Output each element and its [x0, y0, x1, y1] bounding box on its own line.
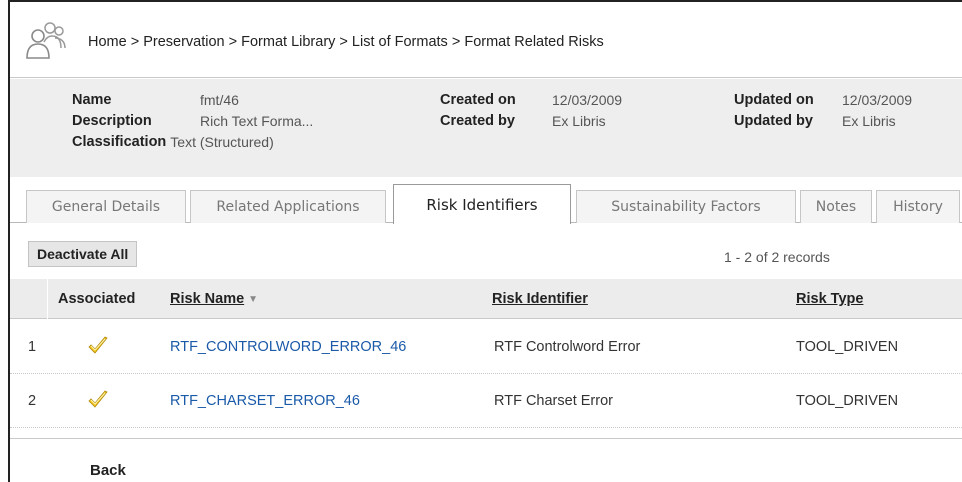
details-column-2: Created on 12/03/2009 Created by Ex Libr… — [440, 89, 622, 131]
tab-general-details[interactable]: General Details — [26, 190, 186, 223]
table-row: 1 RTF_CONTROLWORD_ERROR_46 RTF Controlwo… — [10, 320, 962, 374]
updated-by-value: Ex Libris — [842, 112, 896, 129]
updated-on-label: Updated on — [734, 91, 814, 108]
detail-created-on: Created on 12/03/2009 — [440, 89, 622, 110]
row-number: 1 — [28, 339, 37, 355]
page-frame: Home > Preservation > Format Library > L… — [8, 0, 962, 482]
header-risk-identifier[interactable]: Risk Identifier — [492, 291, 588, 307]
checkmark-icon — [88, 390, 108, 408]
tab-sustainability-factors[interactable]: Sustainability Factors — [576, 190, 796, 223]
name-value: fmt/46 — [200, 91, 239, 108]
checkmark-icon — [88, 336, 108, 354]
detail-updated-on: Updated on 12/03/2009 — [734, 89, 912, 110]
tab-risk-identifiers[interactable]: Risk Identifiers — [393, 184, 571, 224]
back-button[interactable]: Back — [90, 462, 126, 479]
tab-history[interactable]: History — [876, 190, 960, 223]
name-label: Name — [72, 91, 112, 108]
breadcrumb: Home > Preservation > Format Library > L… — [88, 34, 604, 50]
users-group-icon — [26, 22, 66, 59]
sort-down-icon[interactable]: ▼ — [248, 294, 258, 305]
header-risk-name[interactable]: Risk Name — [170, 291, 244, 307]
table-header: Associated Risk Name ▼ Risk Identifier Ri… — [10, 279, 962, 319]
tab-related-applications[interactable]: Related Applications — [190, 190, 386, 223]
detail-created-by: Created by Ex Libris — [440, 110, 622, 131]
risk-identifier-cell: RTF Charset Error — [494, 393, 613, 409]
created-on-label: Created on — [440, 91, 516, 108]
description-label: Description — [72, 112, 152, 129]
format-details-panel: Name fmt/46 Description Rich Text Forma.… — [10, 79, 962, 177]
details-column-1: Name fmt/46 Description Rich Text Forma.… — [72, 89, 313, 152]
detail-classification: Classification Text (Structured) — [72, 131, 313, 152]
detail-updated-by: Updated by Ex Libris — [734, 110, 912, 131]
tab-bar: General Details Related Applications Ris… — [10, 182, 962, 224]
classification-label: Classification — [72, 133, 167, 150]
risk-type-cell: TOOL_DRIVEN — [796, 393, 899, 409]
header-risk-name-group[interactable]: Risk Name ▼ — [170, 291, 258, 307]
classification-value: Text (Structured) — [170, 133, 274, 150]
created-by-value: Ex Libris — [552, 112, 606, 129]
description-value: Rich Text Forma... — [200, 112, 314, 129]
created-on-value: 12/03/2009 — [552, 91, 623, 108]
created-by-label: Created by — [440, 112, 515, 129]
detail-description: Description Rich Text Forma... — [72, 110, 313, 131]
risk-name-link[interactable]: RTF_CHARSET_ERROR_46 — [170, 393, 360, 409]
header-risk-type[interactable]: Risk Type — [796, 291, 863, 307]
footer-divider — [10, 438, 962, 439]
header-bar: Home > Preservation > Format Library > L… — [10, 2, 962, 78]
detail-name: Name fmt/46 — [72, 89, 313, 110]
updated-by-label: Updated by — [734, 112, 813, 129]
risk-name-link[interactable]: RTF_CONTROLWORD_ERROR_46 — [170, 339, 406, 355]
risk-type-cell: TOOL_DRIVEN — [796, 339, 899, 355]
risk-identifier-cell: RTF Controlword Error — [494, 339, 641, 355]
row-number-header — [10, 279, 48, 319]
table-row: 2 RTF_CHARSET_ERROR_46 RTF Charset Error… — [10, 374, 962, 428]
tab-notes[interactable]: Notes — [800, 190, 872, 223]
row-number: 2 — [28, 393, 37, 409]
header-associated: Associated — [58, 291, 136, 307]
details-column-3: Updated on 12/03/2009 Updated by Ex Libr… — [734, 89, 912, 131]
table-toolbar: Deactivate All 1 - 2 of 2 records — [10, 224, 962, 278]
updated-on-value: 12/03/2009 — [842, 91, 913, 108]
records-count: 1 - 2 of 2 records — [724, 249, 830, 265]
deactivate-all-button[interactable]: Deactivate All — [28, 241, 138, 267]
